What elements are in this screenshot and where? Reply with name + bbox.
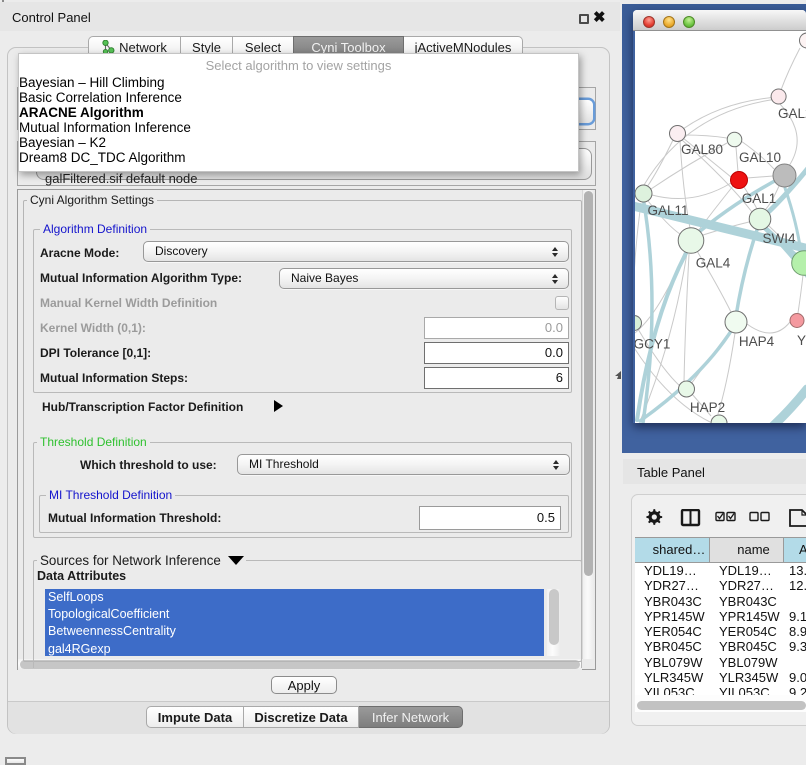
svg-text:HAP2: HAP2: [690, 400, 725, 415]
svg-text:GAL4: GAL4: [696, 256, 731, 271]
svg-text:GCY1: GCY1: [634, 337, 671, 352]
svg-text:GAL80: GAL80: [681, 142, 723, 157]
svg-text:Y: Y: [797, 333, 806, 348]
svg-text:GAL11: GAL11: [647, 203, 688, 218]
svg-text:GAL10: GAL10: [739, 150, 781, 165]
svg-text:SWI4: SWI4: [762, 231, 795, 246]
svg-text:HAP4: HAP4: [739, 334, 775, 349]
svg-text:GAL2: GAL2: [778, 106, 806, 121]
svg-text:GAL1: GAL1: [742, 191, 777, 206]
